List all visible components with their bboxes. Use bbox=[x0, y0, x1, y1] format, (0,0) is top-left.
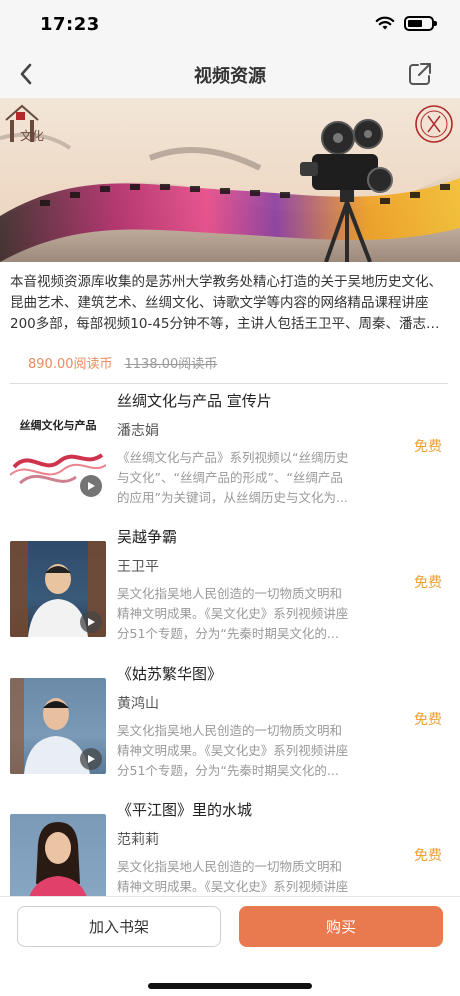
resource-description: 本音视频资源库收集的是苏州大学教务处精心打造的关于吴地历史文化、昆曲艺术、建筑艺… bbox=[10, 274, 442, 332]
list-item[interactable]: 吴越争霸 王卫平 吴文化指吴地人民创造的一切物质文明和精神文明成果。《吴文化史》… bbox=[0, 526, 460, 662]
video-description: 吴文化指吴地人民创造的一切物质文明和精神文明成果。《吴文化史》系列视频讲座分51… bbox=[117, 723, 349, 778]
share-icon[interactable] bbox=[406, 60, 434, 88]
logo-icon: 文化 bbox=[5, 104, 44, 143]
video-description: 《丝绸文化与产品》系列视频以“丝绸历史与文化”、“丝绸产品的形成”、“丝绸产品的… bbox=[117, 450, 349, 505]
video-thumbnail[interactable] bbox=[10, 678, 106, 774]
battery-icon bbox=[404, 16, 437, 31]
video-thumbnail[interactable]: 丝绸文化与产品 bbox=[10, 405, 106, 501]
free-badge: 免费 bbox=[414, 575, 442, 591]
banner-image: 文化 bbox=[0, 98, 460, 262]
bottom-action-bar: 加入书架 购买 bbox=[0, 896, 460, 996]
video-thumbnail[interactable] bbox=[10, 541, 106, 637]
video-title: 吴越争霸 bbox=[117, 528, 178, 546]
add-to-shelf-button[interactable]: 加入书架 bbox=[17, 906, 221, 947]
free-badge: 免费 bbox=[414, 848, 442, 864]
banner-illustration: 文化 bbox=[0, 104, 460, 262]
list-item[interactable]: 《姑苏繁华图》 黄鸿山 吴文化指吴地人民创造的一切物质文明和精神文明成果。《吴文… bbox=[0, 663, 460, 799]
video-title: 《姑苏繁华图》 bbox=[117, 665, 223, 683]
page-title: 视频资源 bbox=[194, 66, 266, 87]
video-title: 丝绸文化与产品 宣传片 bbox=[117, 392, 272, 410]
free-badge: 免费 bbox=[414, 439, 442, 455]
status-bar: 17:23 bbox=[0, 0, 460, 50]
video-author: 潘志娟 bbox=[117, 423, 159, 439]
video-description: 吴文化指吴地人民创造的一切物质文明和精神文明成果。《吴文化史》系列视频讲座分51… bbox=[117, 586, 349, 641]
list-item[interactable]: 丝绸文化与产品 丝绸文化与产品 宣传片 潘志娟 《丝绸文化与产品》系列视频以“丝… bbox=[0, 390, 460, 526]
home-indicator bbox=[148, 983, 312, 989]
video-author: 王卫平 bbox=[117, 559, 159, 575]
free-badge: 免费 bbox=[414, 712, 442, 728]
nav-bar: 视频资源 bbox=[0, 50, 460, 98]
play-icon bbox=[80, 611, 102, 633]
divider bbox=[10, 383, 448, 384]
wifi-icon bbox=[375, 16, 395, 30]
status-time: 17:23 bbox=[40, 14, 100, 35]
logo-text: 文化 bbox=[20, 128, 44, 143]
video-title: 《平江图》里的水城 bbox=[117, 801, 253, 819]
status-icons bbox=[375, 16, 437, 31]
video-author: 范莉莉 bbox=[117, 832, 159, 848]
seal-icon bbox=[415, 105, 453, 143]
play-icon bbox=[80, 475, 102, 497]
buy-button[interactable]: 购买 bbox=[239, 906, 443, 947]
video-author: 黄鸿山 bbox=[117, 696, 159, 712]
play-icon bbox=[80, 748, 102, 770]
price-row: 890.00阅读币 1138.00阅读币 bbox=[28, 353, 217, 372]
price-current: 890.00阅读币 bbox=[28, 357, 113, 372]
price-original: 1138.00阅读币 bbox=[124, 357, 218, 372]
